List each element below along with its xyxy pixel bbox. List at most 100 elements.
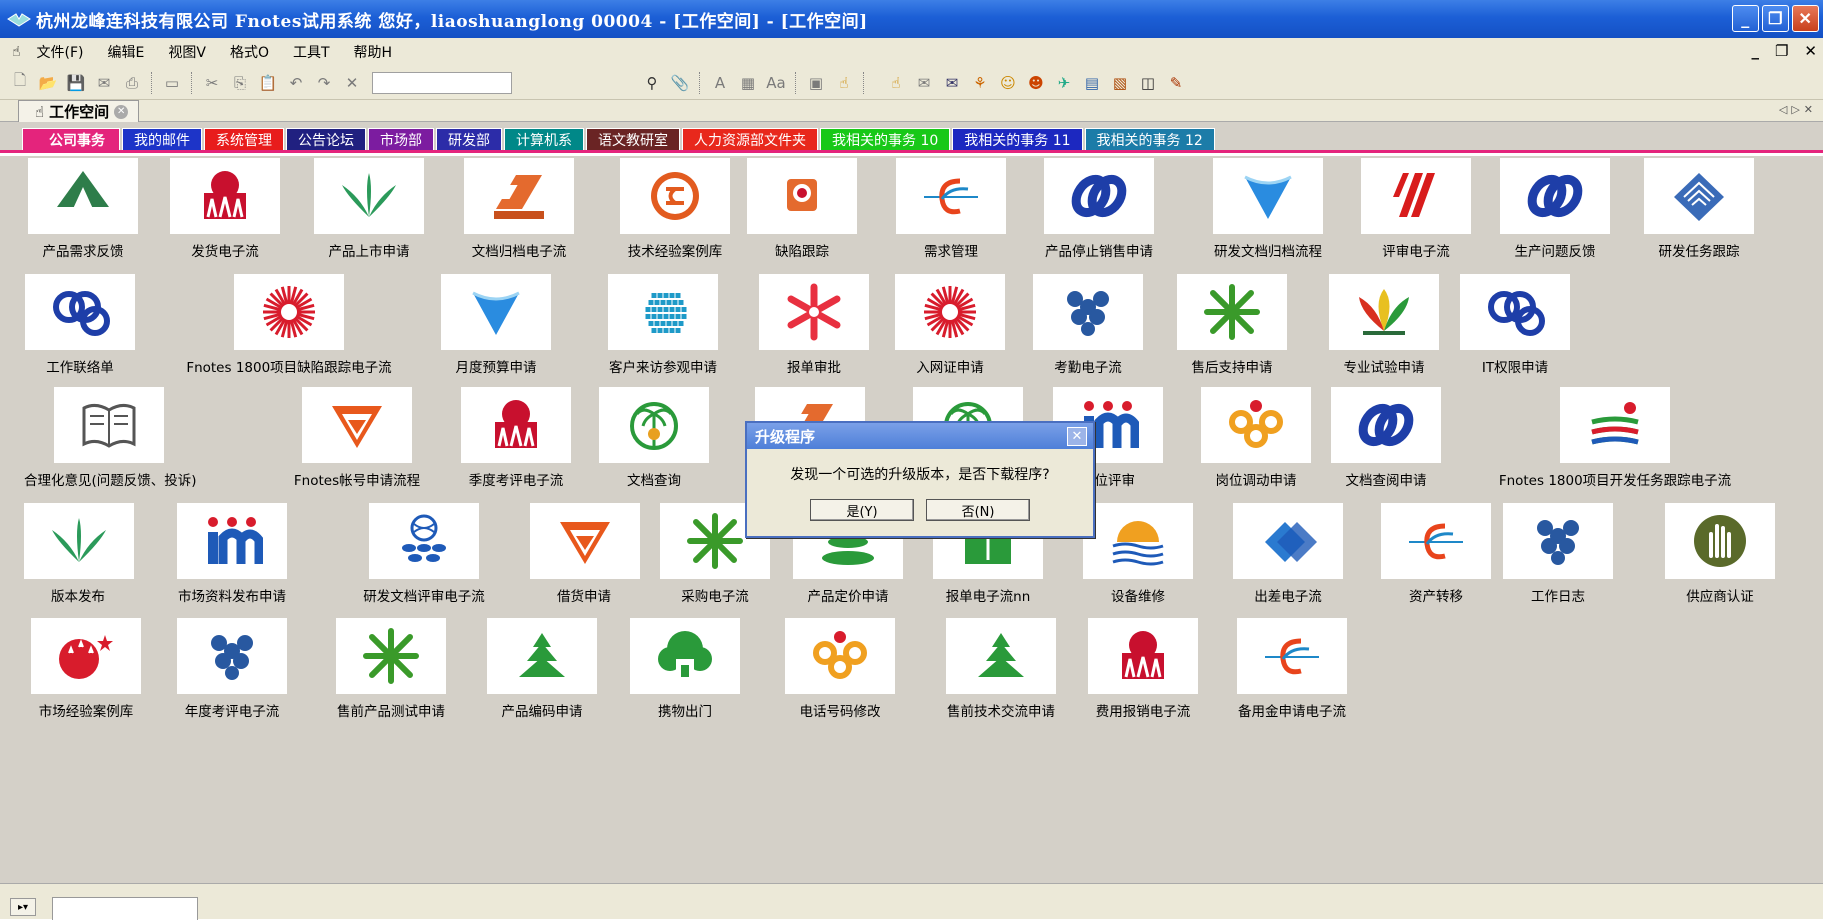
note-icon[interactable]: ▧ xyxy=(1107,71,1133,95)
im-logo-icon[interactable] xyxy=(177,503,287,579)
no-button[interactable]: 否(N) xyxy=(926,499,1030,521)
workflow-tile[interactable]: 入网证申请 xyxy=(894,274,1006,376)
workflow-tile[interactable]: 市场经验案例库 xyxy=(24,618,148,720)
blue-triangle-icon[interactable] xyxy=(441,274,551,350)
workflow-tile[interactable]: 需求管理 xyxy=(880,158,1022,260)
screen-icon[interactable]: ▭ xyxy=(159,71,185,95)
workflow-tile[interactable]: 售前产品测试申请 xyxy=(318,618,464,720)
tile-label[interactable]: 市场经验案例库 xyxy=(24,700,148,720)
hand-icon[interactable] xyxy=(1665,503,1775,579)
menu-help[interactable]: 帮助H xyxy=(342,42,405,62)
tile-label[interactable]: 售后支持申请 xyxy=(1172,356,1292,376)
red-flower-icon[interactable] xyxy=(759,274,869,350)
category-tab[interactable]: 计算机系 xyxy=(504,128,584,150)
tile-label[interactable]: 供应商认证 xyxy=(1650,585,1790,605)
tile-label[interactable]: 电话号码修改 xyxy=(762,700,918,720)
tile-label[interactable]: 产品编码申请 xyxy=(478,700,606,720)
tile-label[interactable]: 借货申请 xyxy=(530,585,638,605)
tools-icon[interactable]: ✎ xyxy=(1163,71,1189,95)
workflow-tile[interactable]: 研发文档归档流程 xyxy=(1188,158,1348,260)
font-icon[interactable]: A xyxy=(707,71,733,95)
mdi-restore-icon[interactable]: ❐ xyxy=(1775,42,1788,60)
workflow-tile[interactable]: 客户来访参观申请 xyxy=(584,274,742,376)
blue-rings-icon[interactable] xyxy=(1331,387,1441,463)
binoculars-icon[interactable]: ⚲ xyxy=(639,71,665,95)
workflow-tile[interactable]: IT权限申请 xyxy=(1460,274,1570,376)
workflow-tile[interactable]: 考勤电子流 xyxy=(1032,274,1144,376)
workflow-tile[interactable]: 工作日志 xyxy=(1500,503,1616,605)
tile-label[interactable]: 采购电子流 xyxy=(654,585,776,605)
category-tab[interactable]: 我的邮件 xyxy=(122,128,202,150)
triple-rings-icon[interactable] xyxy=(1460,274,1570,350)
workflow-tile[interactable]: 产品编码申请 xyxy=(478,618,606,720)
tile-label[interactable]: Fnotes 1800项目缺陷跟踪电子流 xyxy=(166,356,412,376)
tile-label[interactable]: 考勤电子流 xyxy=(1032,356,1144,376)
workflow-tile[interactable]: 工作联络单 xyxy=(24,274,136,376)
status-tab[interactable] xyxy=(52,897,198,920)
send-mail-icon[interactable]: ✉ xyxy=(939,71,965,95)
tile-label[interactable]: 文档查阅申请 xyxy=(1330,469,1442,489)
redo-icon[interactable]: ↷ xyxy=(311,71,337,95)
tile-label[interactable]: 报单电子流nn xyxy=(930,585,1046,605)
copy-icon[interactable]: ⎘ xyxy=(227,71,253,95)
workflow-tile[interactable]: 技术经验案例库 xyxy=(596,158,754,260)
save-icon[interactable]: 💾 xyxy=(63,71,89,95)
tab-nav-arrows[interactable]: ◁▷✕ xyxy=(1779,103,1817,116)
tile-label[interactable]: 客户来访参观申请 xyxy=(584,356,742,376)
window-icon[interactable]: ◫ xyxy=(1135,71,1161,95)
print-icon[interactable]: ⎙ xyxy=(119,71,145,95)
wave-logo-icon[interactable] xyxy=(1381,503,1491,579)
workflow-tile[interactable]: Fnotes 1800项目缺陷跟踪电子流 xyxy=(166,274,412,376)
tile-label[interactable]: Fnotes帐号申请流程 xyxy=(272,469,442,489)
tile-label[interactable]: 版本发布 xyxy=(24,585,132,605)
tile-label[interactable]: 研发文档评审电子流 xyxy=(326,585,522,605)
knot-icon[interactable] xyxy=(1201,387,1311,463)
category-tab[interactable]: 公告论坛 xyxy=(286,128,366,150)
tile-label[interactable]: 缺陷跟踪 xyxy=(746,240,858,260)
blue-rings-icon[interactable] xyxy=(1044,158,1154,234)
category-tab[interactable]: 我相关的事务 12 xyxy=(1084,128,1215,150)
leaves-logo-icon[interactable] xyxy=(24,503,134,579)
tile-label[interactable]: 资产转移 xyxy=(1380,585,1492,605)
ring-logo-icon[interactable] xyxy=(620,158,730,234)
tile-label[interactable]: 文档查询 xyxy=(596,469,712,489)
castle-logo-icon[interactable] xyxy=(1088,618,1198,694)
castle-logo-icon[interactable] xyxy=(170,158,280,234)
lotus-icon[interactable] xyxy=(1329,274,1439,350)
status-menu-icon[interactable]: ▸▾ xyxy=(10,898,36,916)
paste-icon[interactable]: 📋 xyxy=(255,71,281,95)
leaves-logo-icon[interactable] xyxy=(314,158,424,234)
workflow-tile[interactable]: 设备维修 xyxy=(1082,503,1194,605)
menu-view[interactable]: 视图V xyxy=(156,42,218,62)
menu-tools[interactable]: 工具T xyxy=(281,42,342,62)
menu-edit[interactable]: 编辑E xyxy=(96,42,157,62)
sun-sea-icon[interactable] xyxy=(1083,503,1193,579)
image-icon[interactable]: ▣ xyxy=(803,71,829,95)
tile-label[interactable]: 岗位调动申请 xyxy=(1188,469,1324,489)
category-tab[interactable]: 人力资源部文件夹 xyxy=(682,128,818,150)
workflow-tile[interactable]: 季度考评电子流 xyxy=(450,387,582,489)
orange-w-icon[interactable] xyxy=(530,503,640,579)
book-icon[interactable] xyxy=(54,387,164,463)
tile-label[interactable]: 携物出门 xyxy=(626,700,744,720)
tile-label[interactable]: 研发文档归档流程 xyxy=(1188,240,1348,260)
open-icon[interactable]: 📂 xyxy=(35,71,61,95)
tile-label[interactable]: 入网证申请 xyxy=(894,356,1006,376)
calendar-icon[interactable]: ▤ xyxy=(1079,71,1105,95)
tile-label[interactable]: 售前技术交流申请 xyxy=(922,700,1080,720)
tile-label[interactable]: 工作日志 xyxy=(1500,585,1616,605)
workflow-tile[interactable]: 产品上市申请 xyxy=(305,158,433,260)
workflow-tile[interactable]: 年度考评电子流 xyxy=(170,618,294,720)
workflow-tile[interactable]: 专业试验申请 xyxy=(1316,274,1452,376)
delete-icon[interactable]: ✕ xyxy=(339,71,365,95)
blue-diamond-icon[interactable] xyxy=(1644,158,1754,234)
mdi-minimize-icon[interactable]: _ xyxy=(1751,42,1759,60)
tile-label[interactable]: 售前产品测试申请 xyxy=(318,700,464,720)
pine-icon[interactable] xyxy=(946,618,1056,694)
category-tab[interactable]: 研发部 xyxy=(436,128,502,150)
user-icon[interactable]: ☺ xyxy=(995,71,1021,95)
workflow-tile[interactable]: 评审电子流 xyxy=(1354,158,1478,260)
bird-icon[interactable]: ✈ xyxy=(1051,71,1077,95)
workflow-tile[interactable]: 报单审批 xyxy=(758,274,870,376)
font-size-icon[interactable]: Aa xyxy=(763,71,789,95)
